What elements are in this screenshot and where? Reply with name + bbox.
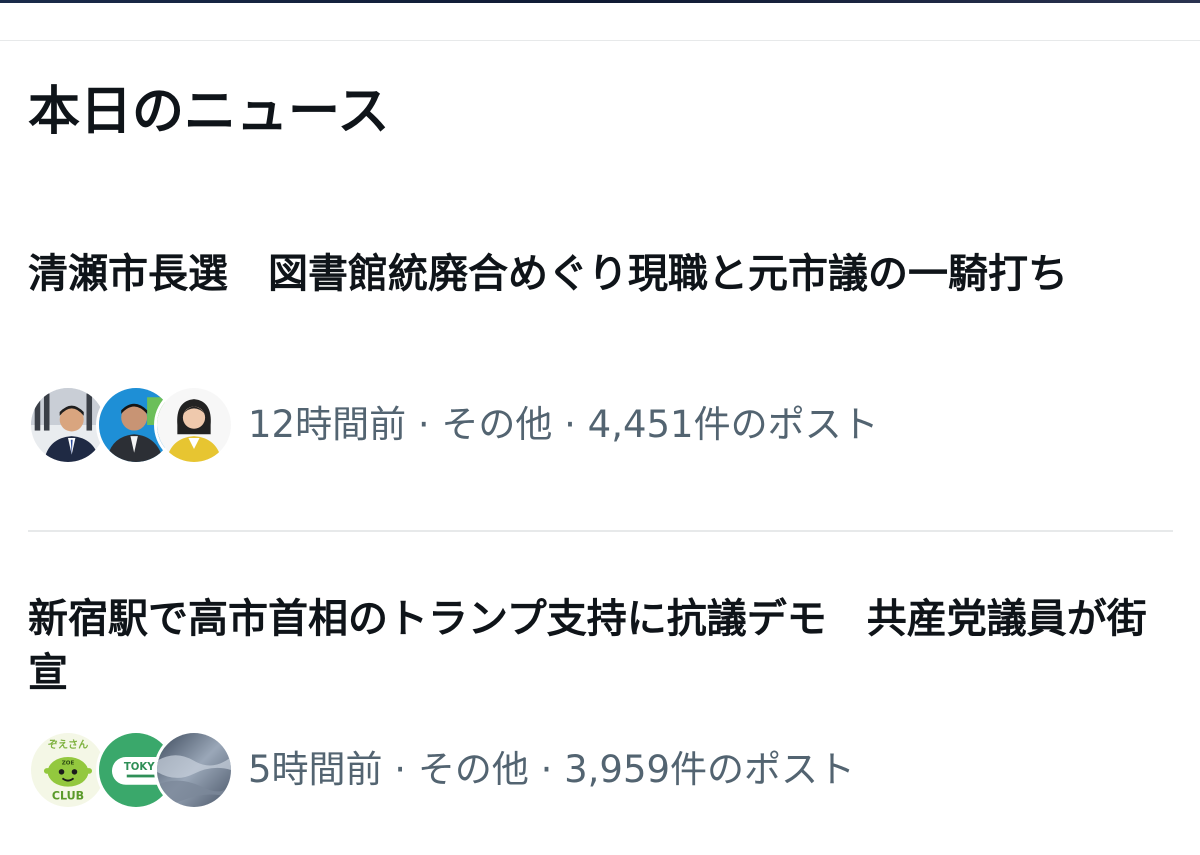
zoe-bottom-text: CLUB — [52, 790, 84, 803]
news-meta-row: 12時間前 · その他 · 4,451件のポスト — [28, 383, 879, 467]
news-meta: 12時間前 · その他 · 4,451件のポスト — [248, 403, 879, 446]
avatar-stack — [28, 383, 234, 467]
section-title: 本日のニュース — [28, 82, 390, 142]
avatar-stack: ぞえさん ZOE CLUB TOKYO — [28, 728, 234, 812]
news-item[interactable]: 新宿駅で高市首相のトランプ支持に抗議デモ 共産党議員が街宣 ぞえさん ZOE C… — [28, 592, 1173, 810]
person-avatar — [154, 385, 234, 465]
news-item[interactable]: 清瀬市長選 図書館統廃合めぐり現職と元市議の一騎打ち 12時間前 · その他 ·… — [28, 247, 1173, 465]
news-meta: 5時間前 · その他 · 3,959件のポスト — [248, 748, 856, 791]
news-meta-row: ぞえさん ZOE CLUB TOKYO 5時間前 · その他 · 3,959件の… — [28, 728, 855, 812]
news-headline[interactable]: 新宿駅で高市首相のトランプ支持に抗議デモ 共産党議員が街宣 — [28, 592, 1148, 700]
top-divider — [0, 40, 1200, 41]
news-headline[interactable]: 清瀬市長選 図書館統廃合めぐり現職と元市議の一騎打ち — [28, 247, 1148, 301]
top-edge — [0, 0, 1200, 3]
zoe-mid-text: ZOE — [62, 760, 75, 766]
item-divider — [28, 530, 1173, 532]
sky-photo — [154, 730, 234, 810]
zoe-top-text: ぞえさん — [48, 739, 89, 751]
